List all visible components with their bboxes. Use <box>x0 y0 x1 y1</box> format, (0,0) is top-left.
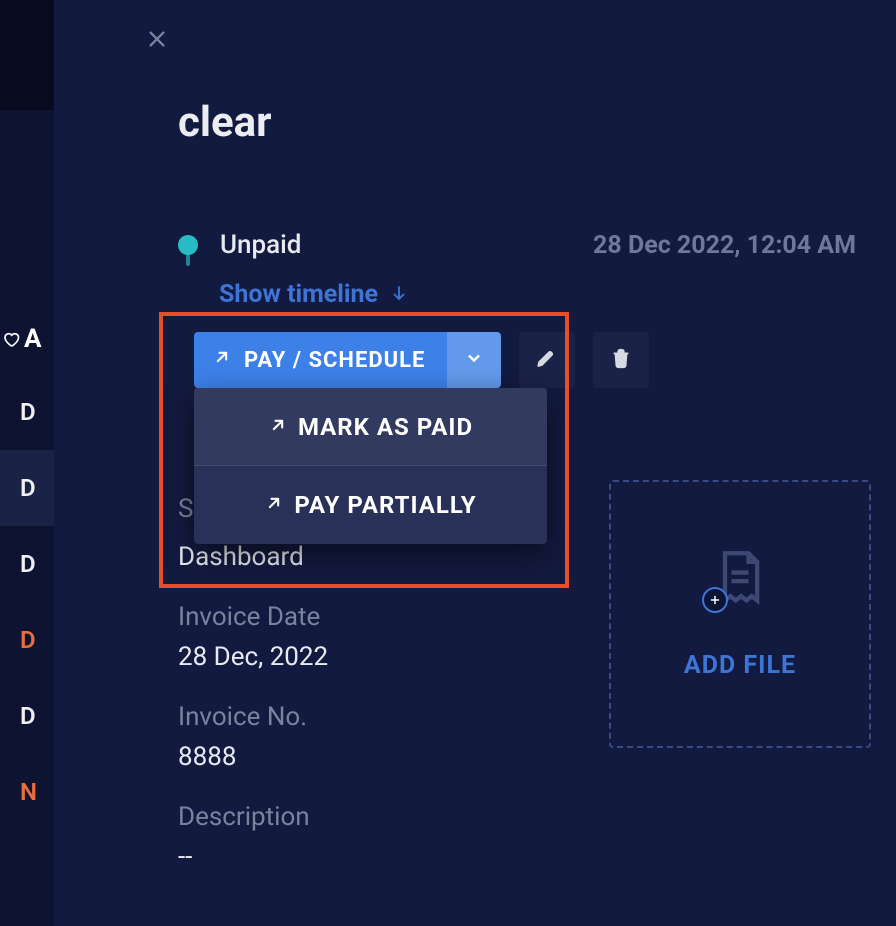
invoice-no-label: Invoice No. <box>178 702 538 732</box>
pay-partially-item[interactable]: PAY PARTIALLY <box>194 466 547 544</box>
show-timeline-link[interactable]: Show timeline <box>219 280 408 309</box>
status-label: Unpaid <box>220 230 301 260</box>
pay-schedule-caret[interactable] <box>447 332 501 388</box>
plus-badge-icon <box>702 587 728 613</box>
detail-panel: clear Unpaid 28 Dec 2022, 12:04 AM Show … <box>54 0 896 926</box>
left-item[interactable]: N <box>0 754 54 830</box>
pay-partially-label: PAY PARTIALLY <box>294 491 476 519</box>
pay-schedule-split-button: PAY / SCHEDULE <box>194 332 501 388</box>
pay-schedule-dropdown: MARK AS PAID PAY PARTIALLY <box>194 388 547 544</box>
action-row: PAY / SCHEDULE <box>194 332 649 388</box>
pencil-icon <box>536 347 558 373</box>
status-dot-stem-icon <box>186 252 190 266</box>
arrow-down-icon <box>390 280 408 309</box>
details-section: S Dashboard Invoice Date 28 Dec, 2022 In… <box>178 494 538 902</box>
add-file-dropzone[interactable]: ADD FILE <box>609 480 871 748</box>
source-value: Dashboard <box>178 542 538 572</box>
left-item[interactable]: D <box>0 450 54 526</box>
pay-schedule-button[interactable]: PAY / SCHEDULE <box>194 332 447 388</box>
add-file-label: ADD FILE <box>684 651 796 680</box>
arrow-up-right-icon <box>268 413 288 441</box>
delete-button[interactable] <box>593 332 649 388</box>
left-item[interactable]: D <box>0 374 54 450</box>
arrow-up-right-icon <box>212 347 232 373</box>
left-item[interactable]: D <box>0 602 54 678</box>
left-strip: A D D D D D N <box>0 0 54 926</box>
status-row: Unpaid 28 Dec 2022, 12:04 AM <box>178 230 856 260</box>
left-item[interactable]: D <box>0 678 54 754</box>
left-strip-top <box>0 0 54 110</box>
status-timestamp: 28 Dec 2022, 12:04 AM <box>593 231 856 260</box>
invoice-date-label: Invoice Date <box>178 602 538 632</box>
show-timeline-text: Show timeline <box>219 280 378 309</box>
mark-as-paid-label: MARK AS PAID <box>298 413 473 441</box>
details-truncated-label: S <box>178 494 193 524</box>
receipt-icon <box>710 549 770 609</box>
mark-as-paid-item[interactable]: MARK AS PAID <box>194 388 547 466</box>
trash-icon <box>610 347 632 373</box>
page-title: clear <box>178 98 272 147</box>
invoice-no-value: 8888 <box>178 742 538 772</box>
description-value: -- <box>178 842 538 872</box>
description-label: Description <box>178 802 538 832</box>
arrow-up-right-icon <box>264 491 284 519</box>
close-button[interactable] <box>142 24 172 54</box>
invoice-date-value: 28 Dec, 2022 <box>178 642 538 672</box>
edit-button[interactable] <box>519 332 575 388</box>
pay-schedule-label: PAY / SCHEDULE <box>244 348 425 373</box>
left-item[interactable]: D <box>0 526 54 602</box>
chevron-down-icon <box>464 348 484 372</box>
left-items: D D D D D N <box>0 318 54 830</box>
